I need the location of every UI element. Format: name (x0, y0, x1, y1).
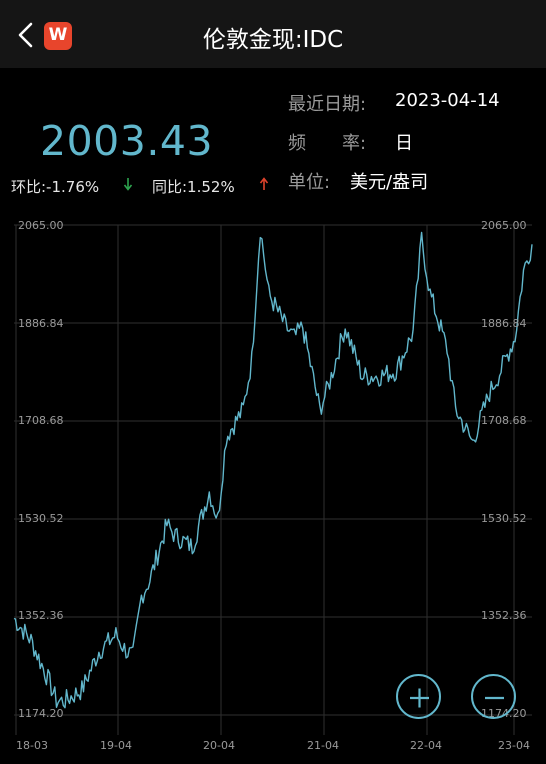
y-tick-right-1: 1886.84 (481, 317, 527, 330)
frequency-value: 日 (395, 133, 413, 154)
y-tick-left-0: 2065.00 (18, 219, 64, 232)
page-title: 伦敦金现:IDC (202, 27, 344, 53)
y-tick-left-5: 1174.20 (18, 707, 64, 720)
info-unit: 单位: 美元/盎司 (288, 168, 428, 194)
y-tick-right-4: 1352.36 (481, 609, 527, 622)
y-tick-left-4: 1352.36 (18, 609, 64, 622)
app-header: W 伦敦金现:IDC (0, 0, 546, 68)
mom-change: 环比:-1.76% (11, 178, 100, 196)
unit-value: 美元/盎司 (350, 172, 429, 193)
unit-label: 单位: (288, 172, 331, 193)
zoom-out-icon (485, 696, 504, 700)
x-tick-0: 18-03 (16, 739, 48, 752)
x-tick-3: 21-04 (307, 739, 339, 752)
y-tick-left-3: 1530.52 (18, 512, 64, 525)
date-label: 最近日期: (288, 94, 367, 115)
summary-panel: 2003.43 环比:-1.76% 同比:1.52% 最近日期: 2023-04… (0, 68, 546, 210)
x-tick-4: 22-04 (410, 739, 442, 752)
price-chart[interactable]: 2065.00 1886.84 1708.68 1530.52 1352.36 … (0, 210, 546, 764)
x-tick-5: 23-04 (498, 739, 530, 752)
zoom-out-button[interactable] (471, 674, 516, 719)
current-price: 2003.43 (40, 117, 214, 165)
yoy-change: 同比:1.52% (152, 178, 235, 196)
x-tick-1: 19-04 (100, 739, 132, 752)
info-frequency: 频 率: 日 (288, 129, 413, 155)
frequency-label: 频 率: (288, 133, 367, 154)
arrow-down-icon (123, 178, 133, 191)
y-tick-left-2: 1708.68 (18, 414, 64, 427)
info-date: 最近日期: 2023-04-14 (288, 90, 500, 116)
x-tick-2: 20-04 (203, 739, 235, 752)
y-tick-left-1: 1886.84 (18, 317, 64, 330)
chart-canvas[interactable] (0, 210, 546, 764)
arrow-up-icon (259, 177, 269, 190)
zoom-in-icon (410, 688, 429, 708)
y-tick-right-0: 2065.00 (481, 219, 527, 232)
zoom-in-button[interactable] (396, 674, 441, 719)
price-series-line (13, 231, 533, 709)
y-tick-right-3: 1530.52 (481, 512, 527, 525)
date-value: 2023-04-14 (395, 90, 500, 111)
y-tick-right-2: 1708.68 (481, 414, 527, 427)
